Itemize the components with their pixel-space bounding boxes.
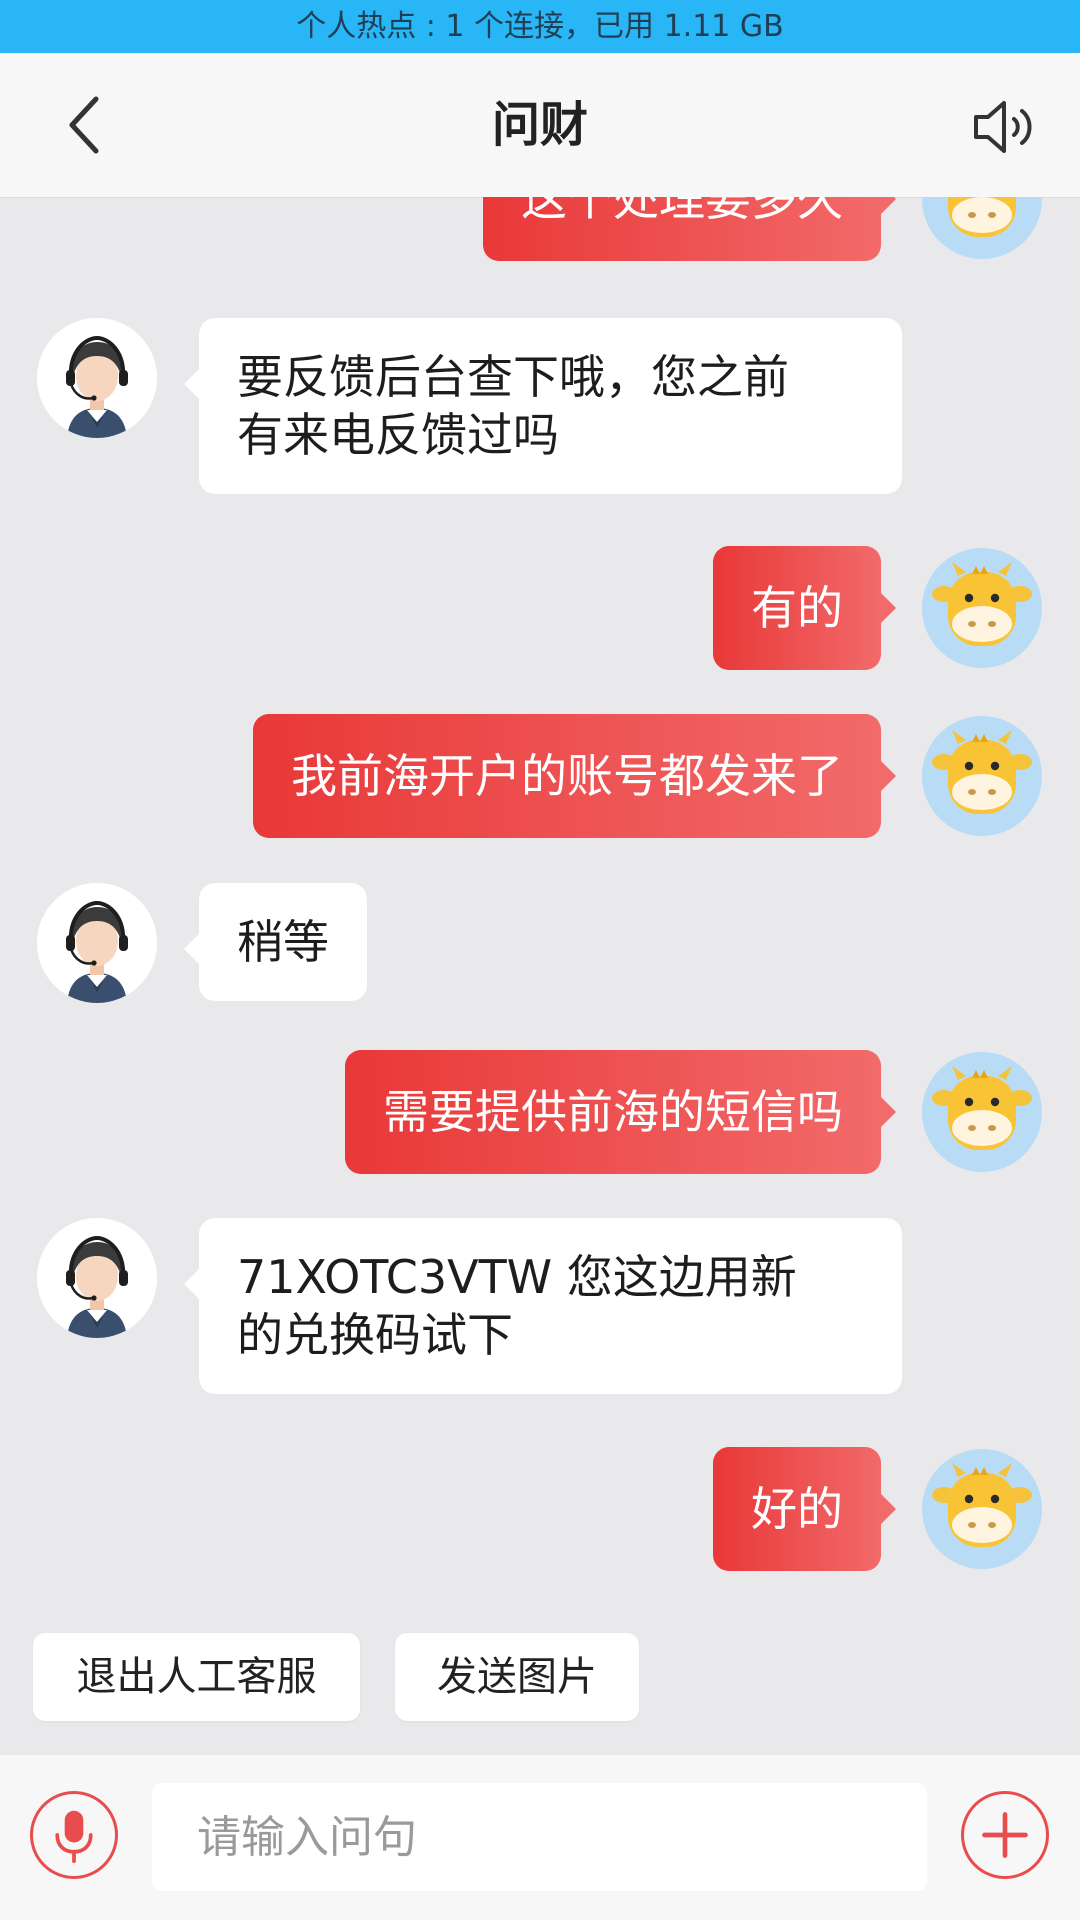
- page-title: 问财: [491, 97, 588, 153]
- user-avatar[interactable]: [922, 716, 1042, 836]
- cow-avatar-icon: [922, 1052, 1042, 1172]
- agent-headset-avatar-icon: [37, 1218, 157, 1338]
- cow-avatar-icon: [922, 716, 1042, 836]
- hotspot-text: 个人热点 : 1 个连接，已用 1.11 GB: [296, 9, 784, 44]
- user-avatar[interactable]: [922, 1052, 1042, 1172]
- message-line: 71XOTC3VTW 您这边用新: [237, 1250, 797, 1304]
- exit-human-service-button[interactable]: 退出人工客服: [33, 1633, 360, 1721]
- user-message-bubble[interactable]: 有的: [713, 546, 896, 670]
- cow-avatar-icon: [922, 1449, 1042, 1569]
- microphone-icon: [55, 1810, 93, 1863]
- voice-input-button[interactable]: [30, 1791, 118, 1879]
- speaker-button[interactable]: [968, 97, 1040, 157]
- cow-avatar-icon: [922, 197, 1042, 259]
- more-options-button[interactable]: [961, 1791, 1049, 1879]
- agent-avatar[interactable]: [37, 883, 157, 1003]
- user-avatar[interactable]: [922, 197, 1042, 259]
- plus-icon: [982, 1812, 1028, 1858]
- agent-message-bubble[interactable]: 71XOTC3VTW 您这边用新 的兑换码试下: [184, 1218, 902, 1394]
- agent-message-bubble[interactable]: 要反馈后台查下哦，您之前 有来电反馈过吗: [184, 318, 902, 494]
- speaker-icon: [974, 101, 1032, 153]
- user-message-bubble[interactable]: 这个处理要多久: [483, 197, 896, 261]
- message-line: 稍等: [237, 915, 329, 969]
- agent-headset-avatar-icon: [37, 318, 157, 438]
- message-line: 的兑换码试下: [237, 1308, 513, 1362]
- send-image-button[interactable]: 发送图片: [395, 1633, 639, 1721]
- agent-avatar[interactable]: [37, 318, 157, 438]
- message-line: 要反馈后台查下哦，您之前: [237, 350, 789, 404]
- message-line: 有来电反馈过吗: [237, 408, 559, 462]
- agent-headset-avatar-icon: [37, 883, 157, 1003]
- user-message-bubble[interactable]: 需要提供前海的短信吗: [345, 1050, 896, 1174]
- chat-screen: 个人热点 : 1 个连接，已用 1.11 GB 问财 这个处理要多久 要反馈后台…: [0, 0, 1080, 1920]
- agent-avatar[interactable]: [37, 1218, 157, 1338]
- input-bar: [0, 1755, 1080, 1920]
- user-message-bubble[interactable]: 好的: [713, 1447, 896, 1571]
- navigation-bar: 问财: [0, 53, 1080, 198]
- user-message-bubble[interactable]: 我前海开户的账号都发来了: [253, 714, 896, 838]
- user-avatar[interactable]: [922, 1449, 1042, 1569]
- agent-message-bubble[interactable]: 稍等: [184, 883, 367, 1001]
- cow-avatar-icon: [922, 548, 1042, 668]
- chat-message-list[interactable]: 这个处理要多久 要反馈后台查下哦，您之前 有来电反馈过吗 有的 我前海开户的账号…: [0, 197, 1080, 1622]
- hotspot-status-bar: 个人热点 : 1 个连接，已用 1.11 GB: [0, 0, 1080, 53]
- user-avatar[interactable]: [922, 548, 1042, 668]
- question-input[interactable]: [152, 1783, 927, 1891]
